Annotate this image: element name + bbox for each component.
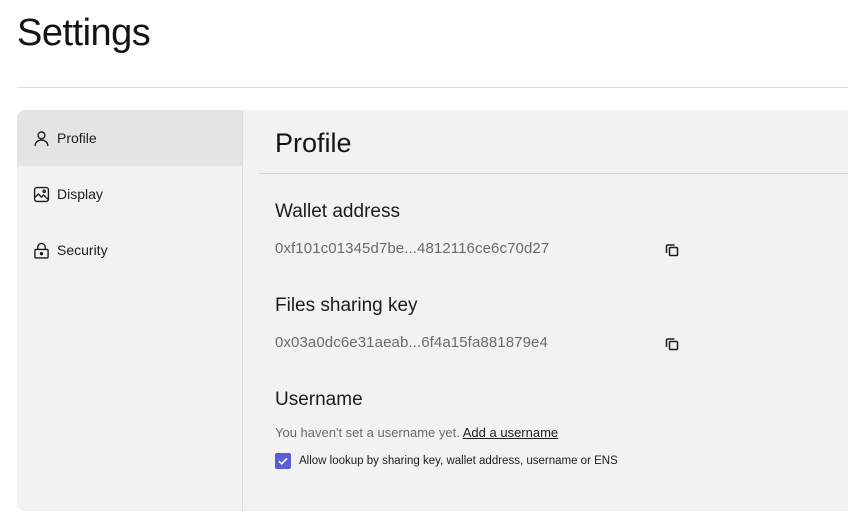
- settings-panel: Profile Display Security Profile Wallet …: [17, 110, 848, 511]
- sidebar-item-profile[interactable]: Profile: [17, 110, 242, 166]
- allow-lookup-checkbox[interactable]: [275, 453, 291, 469]
- content-divider: [259, 173, 848, 174]
- username-label: Username: [275, 389, 363, 410]
- username-note: You haven't set a username yet. Add a us…: [275, 425, 558, 440]
- copy-icon: [665, 337, 679, 351]
- sidebar-item-label: Display: [57, 186, 103, 202]
- copy-sharing-key-button[interactable]: [663, 335, 681, 353]
- section-title: Profile: [275, 128, 352, 158]
- wallet-address-label: Wallet address: [275, 201, 400, 222]
- sharing-key-label: Files sharing key: [275, 295, 418, 316]
- add-username-link[interactable]: Add a username: [463, 425, 558, 440]
- allow-lookup-label: Allow lookup by sharing key, wallet addr…: [299, 455, 618, 467]
- sharing-key-value: 0x03a0dc6e31aeab...6f4a15fa881879e4: [275, 334, 548, 351]
- profile-content: Profile Wallet address 0xf101c01345d7be.…: [243, 110, 848, 511]
- sidebar-item-security[interactable]: Security: [17, 222, 242, 278]
- lookup-row: Allow lookup by sharing key, wallet addr…: [275, 453, 618, 469]
- sidebar-item-label: Security: [57, 242, 108, 258]
- copy-wallet-button[interactable]: [663, 241, 681, 259]
- username-note-text: You haven't set a username yet.: [275, 425, 460, 440]
- wallet-address-value: 0xf101c01345d7be...4812116ce6c70d27: [275, 240, 550, 257]
- page-title: Settings: [17, 12, 151, 54]
- user-icon: [33, 130, 50, 147]
- lock-icon: [33, 242, 50, 259]
- image-icon: [33, 186, 50, 203]
- title-divider: [17, 87, 848, 88]
- copy-icon: [665, 243, 679, 257]
- settings-sidebar: Profile Display Security: [17, 110, 243, 511]
- check-icon: [277, 455, 289, 467]
- sidebar-item-display[interactable]: Display: [17, 166, 242, 222]
- sidebar-item-label: Profile: [57, 130, 97, 146]
